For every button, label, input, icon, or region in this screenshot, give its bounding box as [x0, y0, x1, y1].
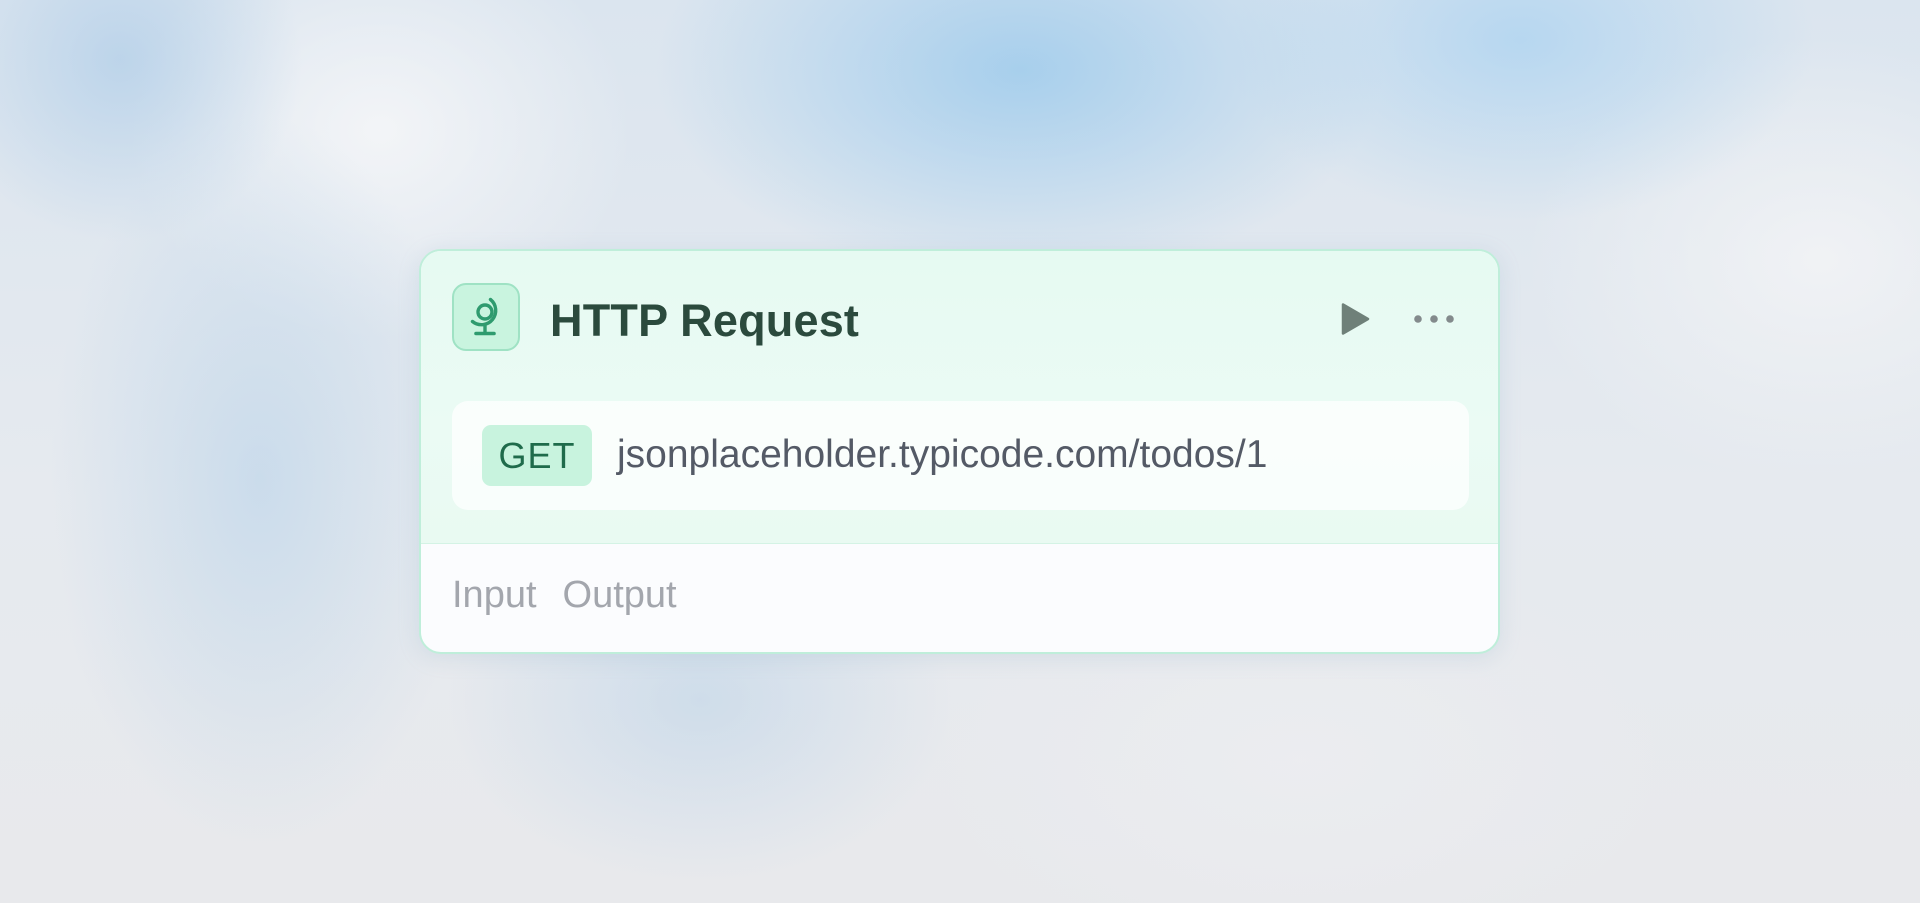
tab-input[interactable]: Input: [452, 571, 537, 619]
more-horizontal-icon: [1414, 315, 1454, 323]
node-title: HTTP Request: [550, 295, 860, 346]
globe-icon-graphic: [470, 297, 498, 336]
node-header-section: HTTP Request GET jsonplaceholder.typicod…: [421, 251, 1498, 544]
node-tabs: Input Output: [452, 571, 677, 619]
tab-output[interactable]: Output: [563, 571, 677, 619]
more-options-button[interactable]: [1409, 297, 1459, 341]
http-method-badge: GET: [482, 425, 592, 486]
request-summary[interactable]: GET jsonplaceholder.typicode.com/todos/1: [452, 401, 1469, 510]
globe-icon: [452, 283, 520, 351]
http-request-node[interactable]: HTTP Request GET jsonplaceholder.typicod…: [419, 249, 1500, 654]
run-button[interactable]: [1333, 297, 1377, 341]
request-url: jsonplaceholder.typicode.com/todos/1: [617, 433, 1268, 476]
play-icon: [1341, 303, 1370, 335]
